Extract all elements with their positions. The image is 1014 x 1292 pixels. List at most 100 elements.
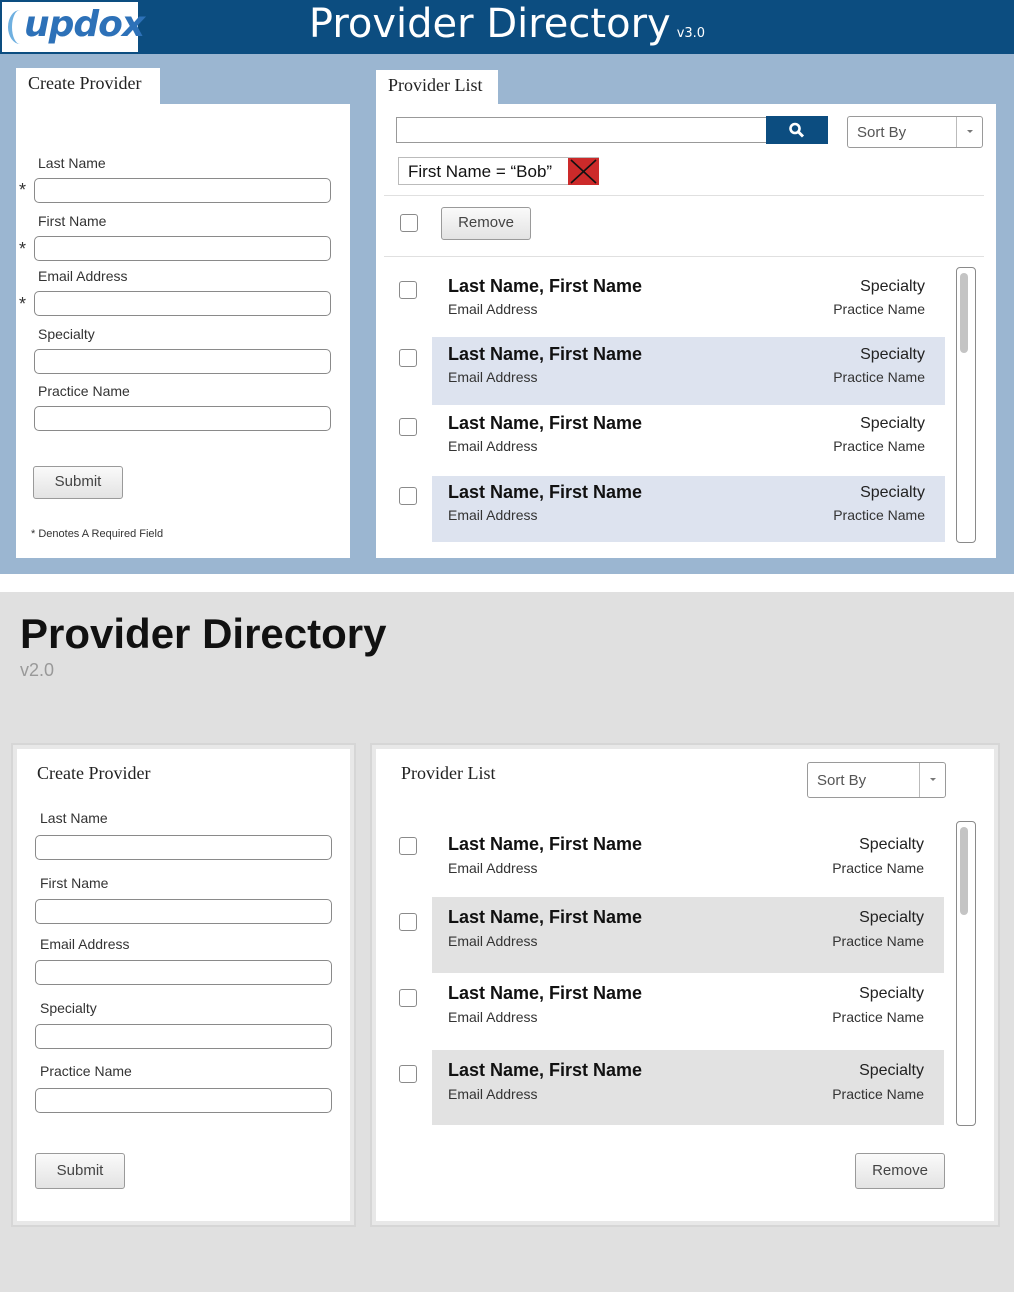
v2-last-name-field[interactable] [35, 835, 332, 860]
last-name-field[interactable] [34, 178, 331, 203]
provider-email: Email Address [448, 301, 538, 317]
divider [384, 256, 984, 257]
provider-email: Email Address [448, 369, 538, 385]
v2-practice-name-field[interactable] [35, 1088, 332, 1113]
search-button[interactable] [766, 116, 828, 144]
first-name-label: First Name [38, 213, 107, 229]
email-field[interactable] [34, 291, 331, 316]
provider-name: Last Name, First Name [448, 482, 643, 502]
v2-first-name-field[interactable] [35, 899, 332, 924]
provider-name: Last Name, First Name [448, 1060, 643, 1080]
v2-submit-button[interactable]: Submit [35, 1153, 125, 1189]
v2-provider-row[interactable]: Last Name, First Name Email Address Spec… [432, 973, 944, 1049]
provider-specialty: Specialty [859, 909, 924, 926]
provider-email: Email Address [448, 933, 538, 949]
v2-email-field[interactable] [35, 960, 332, 985]
provider-practice: Practice Name [832, 1086, 924, 1102]
v2-provider-list-heading: Provider List [401, 763, 496, 783]
v2-remove-button[interactable]: Remove [855, 1153, 945, 1189]
specialty-field[interactable] [34, 349, 331, 374]
tab-provider-list[interactable]: Provider List [376, 70, 498, 106]
email-address-label: Email Address [38, 268, 128, 284]
v2-sort-by-dropdown[interactable]: Sort By [807, 762, 946, 798]
v2-specialty-field[interactable] [35, 1024, 332, 1049]
required-marker: * [19, 239, 27, 259]
specialty-label: Specialty [38, 326, 95, 342]
v2-row-checkbox[interactable] [399, 837, 417, 855]
close-icon [570, 159, 597, 184]
provider-specialty: Specialty [859, 985, 924, 1002]
provider-name: Last Name, First Name [448, 983, 643, 1003]
list-scrollbar[interactable] [956, 267, 976, 543]
provider-email: Email Address [448, 1086, 538, 1102]
provider-practice: Practice Name [833, 301, 925, 317]
remove-button[interactable]: Remove [441, 207, 531, 240]
v2-provider-row[interactable]: Last Name, First Name Email Address Spec… [432, 826, 944, 896]
search-icon [789, 122, 805, 138]
provider-name: Last Name, First Name [448, 344, 643, 364]
v2-list-scrollbar[interactable] [956, 821, 976, 1126]
provider-row[interactable]: Last Name, First Name Email Address Spec… [432, 337, 945, 405]
provider-name: Last Name, First Name [448, 276, 643, 296]
provider-row[interactable]: Last Name, First Name Email Address Spec… [432, 406, 945, 474]
v2-row-checkbox[interactable] [399, 1065, 417, 1083]
row-checkbox[interactable] [399, 418, 417, 436]
v2-create-provider-heading: Create Provider [37, 763, 151, 783]
v2-provider-row[interactable]: Last Name, First Name Email Address Spec… [432, 1050, 944, 1125]
practice-name-field[interactable] [34, 406, 331, 431]
provider-list-panel: Sort By First Name = “Bob” Remove Last N… [376, 104, 996, 558]
row-checkbox[interactable] [399, 349, 417, 367]
tab-create-provider[interactable]: Create Provider [16, 68, 160, 106]
page-title: Provider Directory v3.0 [0, 0, 1014, 58]
provider-name: Last Name, First Name [448, 413, 643, 433]
provider-practice: Practice Name [833, 507, 925, 523]
v2-sort-by-label: Sort By [817, 772, 867, 789]
remove-filter-button[interactable] [568, 158, 599, 185]
row-checkbox[interactable] [399, 281, 417, 299]
chevron-down-icon [919, 763, 945, 797]
scrollbar-thumb[interactable] [960, 827, 968, 915]
required-footnote: * Denotes A Required Field [31, 528, 164, 540]
v2-email-label: Email Address [40, 936, 130, 952]
select-all-checkbox[interactable] [400, 214, 418, 232]
v2-page-title: Provider Directory [20, 610, 387, 657]
provider-email: Email Address [448, 438, 538, 454]
provider-name: Last Name, First Name [448, 907, 643, 927]
provider-practice: Practice Name [832, 1009, 924, 1025]
page-title-text: Provider Directory [308, 1, 671, 47]
search-input[interactable] [396, 117, 768, 143]
v2-specialty-label: Specialty [40, 1000, 97, 1016]
divider [384, 195, 984, 196]
first-name-field[interactable] [34, 236, 331, 261]
v2-practice-name-label: Practice Name [40, 1063, 132, 1079]
v2-provider-row[interactable]: Last Name, First Name Email Address Spec… [432, 897, 944, 973]
v2-mockup: Provider Directory v2.0 Create Provider … [0, 592, 1014, 1292]
v3-mockup: updox Provider Directory v3.0 Create Prov… [0, 0, 1014, 574]
v3-header-bar: updox Provider Directory v3.0 [0, 0, 1014, 54]
filter-chip: First Name = “Bob” [398, 157, 599, 185]
provider-specialty: Specialty [859, 1062, 924, 1079]
provider-practice: Practice Name [833, 369, 925, 385]
provider-email: Email Address [448, 507, 538, 523]
required-marker: * [19, 180, 27, 200]
row-checkbox[interactable] [399, 487, 417, 505]
submit-button[interactable]: Submit [33, 466, 123, 499]
provider-row[interactable]: Last Name, First Name Email Address Spec… [432, 274, 945, 332]
provider-row[interactable]: Last Name, First Name Email Address Spec… [432, 476, 945, 542]
provider-specialty: Specialty [860, 346, 925, 363]
version-label: v3.0 [676, 26, 706, 41]
scrollbar-thumb[interactable] [960, 273, 968, 353]
filter-chip-label: First Name = “Bob” [408, 162, 553, 181]
v2-row-checkbox[interactable] [399, 913, 417, 931]
sort-by-label: Sort By [857, 124, 907, 141]
v2-row-checkbox[interactable] [399, 989, 417, 1007]
provider-practice: Practice Name [832, 933, 924, 949]
provider-specialty: Specialty [860, 484, 925, 501]
required-marker: * [19, 294, 27, 314]
provider-email: Email Address [448, 860, 538, 876]
sort-by-dropdown[interactable]: Sort By [847, 116, 983, 148]
tab-provider-list-label: Provider List [388, 75, 483, 95]
v2-last-name-label: Last Name [40, 810, 108, 826]
create-provider-panel: Last Name * First Name * Email Address *… [16, 104, 350, 558]
v2-provider-list-panel: Provider List Sort By Last Name, First N… [372, 745, 998, 1225]
